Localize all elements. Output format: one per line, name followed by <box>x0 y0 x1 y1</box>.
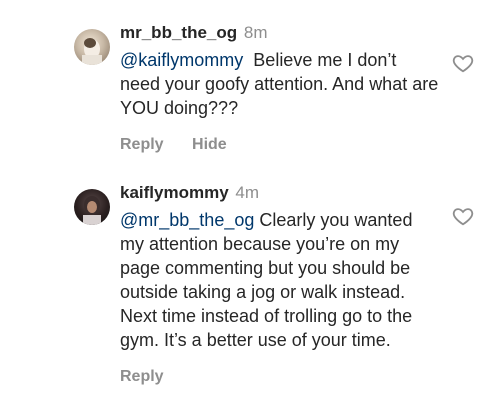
comment-meta: mr_bb_the_og 8m <box>120 22 440 44</box>
comment-actions: Reply Hide <box>120 135 440 155</box>
timestamp: 8m <box>243 23 268 42</box>
timestamp: 4m <box>235 183 260 202</box>
avatar[interactable] <box>74 189 110 225</box>
comment-text: @kaiflymommy Believe me I don’t need you… <box>120 48 440 120</box>
heart-icon[interactable] <box>452 205 474 227</box>
reply-button[interactable]: Reply <box>120 136 164 153</box>
comment-message: Clearly you wanted my attention because … <box>120 210 413 350</box>
mention-link[interactable]: @kaiflymommy <box>120 50 243 70</box>
comment-meta: kaiflymommy 4m <box>120 182 440 204</box>
comment-body: kaiflymommy 4m @mr_bb_the_og Clearly you… <box>120 182 440 387</box>
avatar[interactable] <box>74 29 110 65</box>
reply-button[interactable]: Reply <box>120 368 164 385</box>
heart-icon[interactable] <box>452 52 474 74</box>
comment-body: mr_bb_the_og 8m @kaiflymommy Believe me … <box>120 22 440 155</box>
comment-actions: Reply <box>120 367 440 387</box>
username[interactable]: mr_bb_the_og <box>120 23 237 42</box>
hide-button[interactable]: Hide <box>192 136 227 153</box>
mention-link[interactable]: @mr_bb_the_og <box>120 210 254 230</box>
comment-text: @mr_bb_the_og Clearly you wanted my atte… <box>120 208 440 352</box>
username[interactable]: kaiflymommy <box>120 183 229 202</box>
